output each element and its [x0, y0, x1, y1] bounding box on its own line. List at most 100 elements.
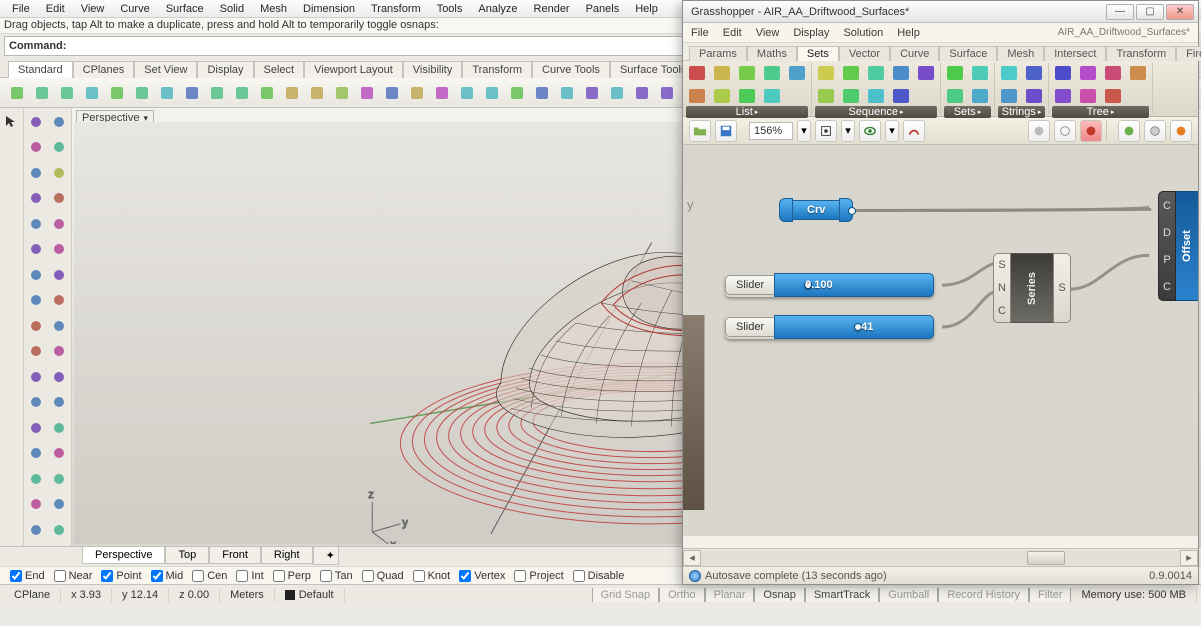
- gh-horizontal-scrollbar[interactable]: ◂ ▸: [683, 548, 1198, 566]
- menu-solid[interactable]: Solid: [212, 2, 252, 16]
- offset-in-2[interactable]: P: [1163, 254, 1170, 266]
- menu-dimension[interactable]: Dimension: [295, 2, 363, 16]
- gh-tab-surface[interactable]: Surface: [939, 46, 997, 61]
- extrude-tool-icon[interactable]: [26, 316, 46, 336]
- sel-tool-icon[interactable]: [49, 418, 69, 438]
- osnap-int-checkbox[interactable]: [236, 570, 248, 582]
- gh-sequence-component-8-icon[interactable]: [915, 63, 937, 82]
- add-view-tab-button[interactable]: ✦: [313, 547, 339, 565]
- status-toggle-filter[interactable]: Filter: [1029, 588, 1071, 602]
- render-icon[interactable]: [531, 82, 553, 104]
- 4view-icon[interactable]: [456, 82, 478, 104]
- view-tab-top[interactable]: Top: [165, 547, 209, 564]
- no-preview-button[interactable]: [1080, 120, 1102, 142]
- status-toggle-smarttrack[interactable]: SmartTrack: [805, 588, 879, 602]
- rect-tool-icon[interactable]: [26, 163, 46, 183]
- series-in-c[interactable]: C: [998, 305, 1006, 317]
- wireframe-preview-button[interactable]: [1054, 120, 1076, 142]
- gh-list-component-2-icon[interactable]: [711, 63, 733, 82]
- gh-list-component-0-icon[interactable]: [686, 63, 708, 82]
- options-icon[interactable]: [581, 82, 603, 104]
- series-in-n[interactable]: N: [998, 282, 1006, 294]
- sketch-tool-button[interactable]: [903, 120, 925, 142]
- status-layer[interactable]: Default: [275, 588, 345, 602]
- osnap-vertex[interactable]: Vertex: [459, 570, 505, 582]
- osnap-knot[interactable]: Knot: [413, 570, 451, 582]
- cursor-icon[interactable]: [2, 112, 20, 130]
- preview-toggle-button[interactable]: [859, 120, 881, 142]
- gh-group-label-strings[interactable]: Strings▸: [998, 106, 1045, 118]
- gh-tree-component-3-icon[interactable]: [1077, 86, 1099, 105]
- view-tab-front[interactable]: Front: [209, 547, 261, 564]
- explode-tool-icon[interactable]: [49, 290, 69, 310]
- gh-strings-component-1-icon[interactable]: [998, 86, 1020, 105]
- gh-group-label-sets[interactable]: Sets▸: [944, 106, 991, 118]
- preview-selected-button[interactable]: [1144, 120, 1166, 142]
- osnap-disable[interactable]: Disable: [573, 570, 625, 582]
- gh-menu-display[interactable]: Display: [793, 27, 829, 39]
- gh-menu-help[interactable]: Help: [897, 27, 920, 39]
- gh-tab-intersect[interactable]: Intersect: [1044, 46, 1106, 61]
- menu-render[interactable]: Render: [526, 2, 578, 16]
- undo-icon[interactable]: [206, 82, 228, 104]
- group-tool-icon[interactable]: [49, 367, 69, 387]
- color-icon[interactable]: [606, 82, 628, 104]
- osnap-cen-checkbox[interactable]: [192, 570, 204, 582]
- menu-mesh[interactable]: Mesh: [252, 2, 295, 16]
- gh-menu-edit[interactable]: Edit: [723, 27, 742, 39]
- menu-view[interactable]: View: [73, 2, 113, 16]
- menu-tools[interactable]: Tools: [429, 2, 471, 16]
- gh-list-component-1-icon[interactable]: [686, 86, 708, 105]
- offset-in-0[interactable]: C: [1163, 200, 1171, 212]
- gh-strings-component-0-icon[interactable]: [998, 63, 1020, 82]
- gh-list-component-5-icon[interactable]: [736, 86, 758, 105]
- gh-menu-file[interactable]: File: [691, 27, 709, 39]
- copy-icon[interactable]: [131, 82, 153, 104]
- osnap-vertex-checkbox[interactable]: [459, 570, 471, 582]
- scroll-left-button[interactable]: ◂: [683, 550, 701, 566]
- join-tool-icon[interactable]: [26, 290, 46, 310]
- gh-tree-component-2-icon[interactable]: [1077, 63, 1099, 82]
- gh-sequence-component-0-icon[interactable]: [815, 63, 837, 82]
- zoom-level[interactable]: 156%: [749, 122, 793, 140]
- layer-icon[interactable]: [481, 82, 503, 104]
- gh-group-label-sequence[interactable]: Sequence▸: [815, 106, 937, 118]
- offset-in-1[interactable]: D: [1163, 227, 1171, 239]
- gh-tab-curve[interactable]: Curve: [890, 46, 939, 61]
- osnap-perp[interactable]: Perp: [273, 570, 311, 582]
- gh-slider-2[interactable]: Slider 41: [725, 315, 934, 339]
- open-icon[interactable]: [31, 82, 53, 104]
- osnap-project-checkbox[interactable]: [514, 570, 526, 582]
- boolean-tool-icon[interactable]: [26, 341, 46, 361]
- zoom-extents-dropdown[interactable]: ▾: [841, 120, 855, 142]
- trim-tool-icon[interactable]: [26, 265, 46, 285]
- osnap-perp-checkbox[interactable]: [273, 570, 285, 582]
- gh-group-label-list[interactable]: List▸: [686, 106, 808, 118]
- offset-in-3[interactable]: C: [1163, 281, 1171, 293]
- lock-tool-icon[interactable]: [49, 392, 69, 412]
- menu-surface[interactable]: Surface: [158, 2, 212, 16]
- osnap-point-checkbox[interactable]: [101, 570, 113, 582]
- menu-help[interactable]: Help: [627, 2, 666, 16]
- gh-tab-mesh[interactable]: Mesh: [997, 46, 1044, 61]
- preview-settings-button[interactable]: [1170, 120, 1192, 142]
- gh-sequence-component-4-icon[interactable]: [865, 63, 887, 82]
- series-out-s[interactable]: S: [1058, 282, 1065, 294]
- dim-tool-icon[interactable]: [49, 520, 69, 540]
- preview-mesh-button[interactable]: [1118, 120, 1140, 142]
- rotate-tool-icon[interactable]: [49, 214, 69, 234]
- set-view-icon[interactable]: [431, 82, 453, 104]
- paste2-icon[interactable]: [181, 82, 203, 104]
- close-button[interactable]: ✕: [1166, 4, 1194, 20]
- gh-tab-params[interactable]: Params: [689, 46, 747, 61]
- osnap-mid-checkbox[interactable]: [151, 570, 163, 582]
- cone-tool-icon[interactable]: [49, 494, 69, 514]
- paste-icon[interactable]: [156, 82, 178, 104]
- osnap-end[interactable]: End: [10, 570, 45, 582]
- gh-list-component-6-icon[interactable]: [761, 63, 783, 82]
- gh-titlebar[interactable]: Grasshopper - AIR_AA_Driftwood_Surfaces*…: [683, 1, 1198, 23]
- gh-series-component[interactable]: SNC Series S: [993, 253, 1071, 323]
- gh-sets-component-3-icon[interactable]: [969, 86, 991, 105]
- gh-canvas[interactable]: y Crv Slider 0.100 Slider: [683, 145, 1198, 536]
- gh-list-component-4-icon[interactable]: [736, 63, 758, 82]
